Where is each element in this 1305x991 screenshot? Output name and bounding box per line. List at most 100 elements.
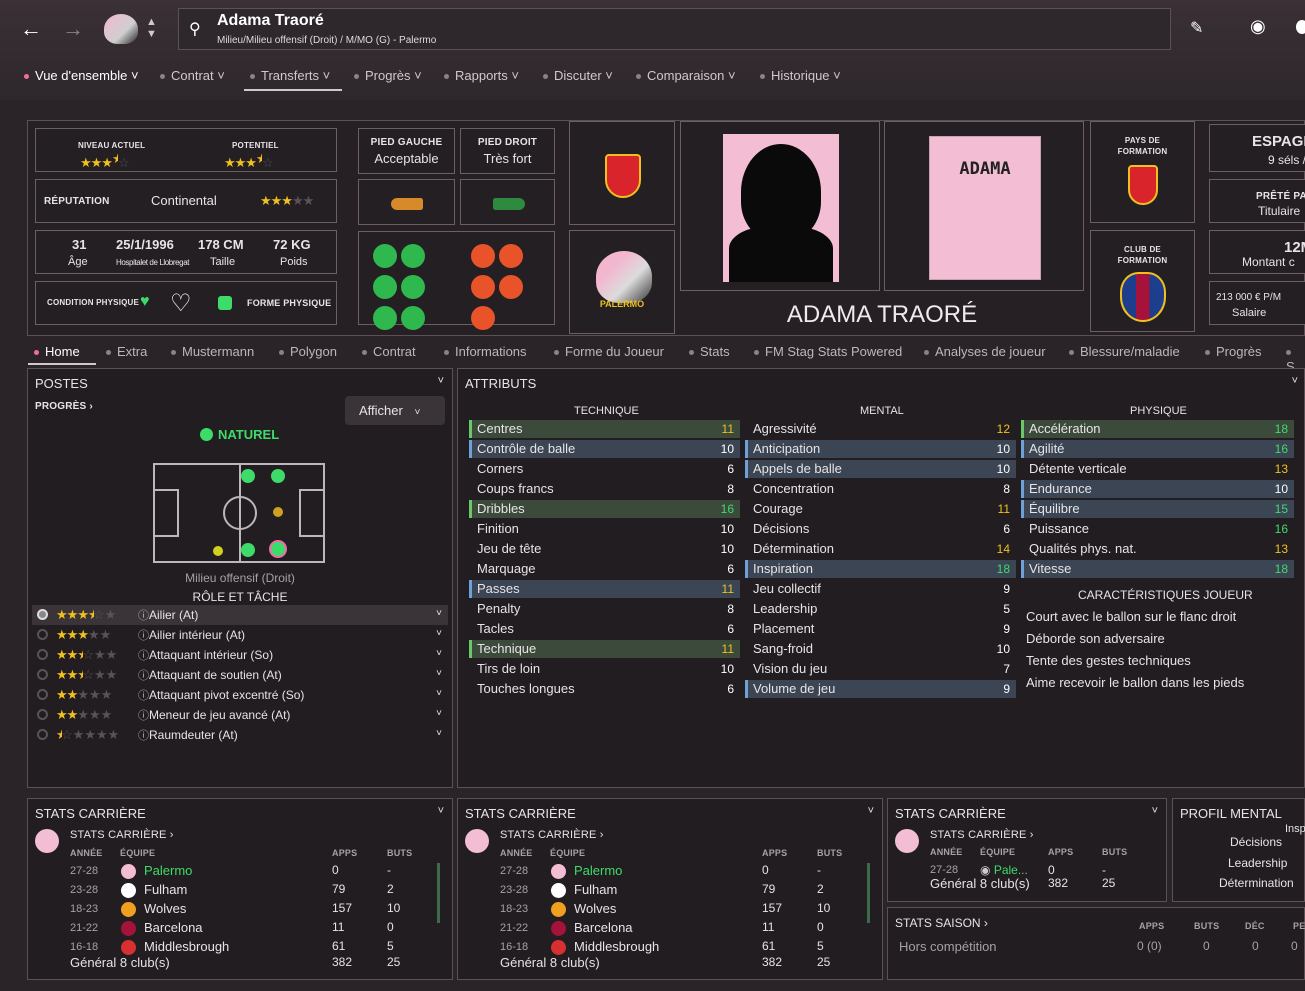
role-radio[interactable] xyxy=(37,669,48,680)
career3-row-team[interactable]: ◉ Pale... xyxy=(980,863,1028,877)
attribute-row[interactable]: Coups francs 8 xyxy=(469,480,740,498)
attribute-row[interactable]: Tacles 6 xyxy=(469,620,740,638)
career-row-team[interactable]: Palermo xyxy=(574,863,622,878)
career1-link[interactable]: STATS CARRIÈRE › xyxy=(70,829,174,841)
attribute-row[interactable]: Tirs de loin 10 xyxy=(469,660,740,678)
role-dropdown-icon[interactable]: ˅ xyxy=(436,708,442,719)
role-dropdown-icon[interactable]: ˅ xyxy=(436,668,442,679)
career-row-team[interactable]: Middlesbrough xyxy=(574,939,659,954)
career2-link[interactable]: STATS CARRIÈRE › xyxy=(500,829,604,841)
attribute-row[interactable]: Jeu de tête 10 xyxy=(469,540,740,558)
career-row-team[interactable]: Fulham xyxy=(574,882,617,897)
subtab-analyses[interactable]: Analyses de joueur xyxy=(924,344,1046,359)
career-row-team[interactable]: Fulham xyxy=(144,882,187,897)
role-dropdown-icon[interactable]: ˅ xyxy=(436,648,442,659)
more-icon[interactable] xyxy=(1296,20,1305,34)
role-row[interactable]: ★★★★☆★ ⓘ Ailier (At) ˅ xyxy=(32,605,448,625)
attribute-row[interactable]: Centres 11 xyxy=(469,420,740,438)
attribute-row[interactable]: Courage 11 xyxy=(745,500,1016,518)
positions-progress-link[interactable]: PROGRÈS › xyxy=(35,401,93,412)
career3-link[interactable]: STATS CARRIÈRE › xyxy=(930,829,1034,841)
globe-icon[interactable]: ◉ xyxy=(1250,16,1266,37)
attribute-row[interactable]: Concentration 8 xyxy=(745,480,1016,498)
subtab-injury[interactable]: Blessure/maladie xyxy=(1069,344,1180,359)
attribute-row[interactable]: Technique 11 xyxy=(469,640,740,658)
role-radio[interactable] xyxy=(37,629,48,640)
career-row-team[interactable]: Middlesbrough xyxy=(144,939,229,954)
subtab-extra[interactable]: Extra xyxy=(106,344,147,359)
attribute-row[interactable]: Penalty 8 xyxy=(469,600,740,618)
info-icon[interactable]: ⓘ xyxy=(138,627,149,643)
attribute-row[interactable]: Marquage 6 xyxy=(469,560,740,578)
attribute-row[interactable]: Agilité 16 xyxy=(1021,440,1294,458)
attribute-row[interactable]: Détente verticale 13 xyxy=(1021,460,1294,478)
positions-collapse-icon[interactable]: ˅ xyxy=(438,375,444,387)
role-dropdown-icon[interactable]: ˅ xyxy=(436,608,442,619)
role-radio[interactable] xyxy=(37,609,48,620)
career-row-team[interactable]: Wolves xyxy=(144,901,186,916)
role-row[interactable]: ★★★★★ ⓘ Ailier intérieur (At) ˅ xyxy=(32,625,448,645)
attribute-row[interactable]: Détermination 14 xyxy=(745,540,1016,558)
attribute-row[interactable]: Dribbles 16 xyxy=(469,500,740,518)
attribute-row[interactable]: Accélération 18 xyxy=(1021,420,1294,438)
nav-discuss[interactable]: Discuter ˅ xyxy=(543,68,613,83)
attribute-row[interactable]: Finition 10 xyxy=(469,520,740,538)
career2-collapse-icon[interactable]: ˅ xyxy=(868,805,874,817)
attribute-row[interactable]: Volume de jeu 9 xyxy=(745,680,1016,698)
nav-transfers[interactable]: Transferts ˅ xyxy=(250,68,330,83)
role-row[interactable]: ★★★★★ ⓘ Attaquant pivot excentré (So) ˅ xyxy=(32,685,448,705)
role-row[interactable]: ★★★★★ ⓘ Meneur de jeu avancé (At) ˅ xyxy=(32,705,448,725)
subtab-info[interactable]: Informations xyxy=(444,344,527,359)
subtab-contract[interactable]: Contrat xyxy=(362,344,416,359)
edit-icon[interactable]: ✎ xyxy=(1190,18,1203,38)
attribute-row[interactable]: Qualités phys. nat. 13 xyxy=(1021,540,1294,558)
role-radio[interactable] xyxy=(37,649,48,660)
role-dropdown-icon[interactable]: ˅ xyxy=(436,688,442,699)
attribute-row[interactable]: Équilibre 15 xyxy=(1021,500,1294,518)
role-radio[interactable] xyxy=(37,709,48,720)
role-row[interactable]: ★☆★★★★ ⓘ Raumdeuter (At) ˅ xyxy=(32,725,448,745)
role-dropdown-icon[interactable]: ˅ xyxy=(436,628,442,639)
career-scrollbar[interactable] xyxy=(437,863,440,923)
nav-contract[interactable]: Contrat ˅ xyxy=(160,68,225,83)
attribute-row[interactable]: Placement 9 xyxy=(745,620,1016,638)
attribute-row[interactable]: Touches longues 6 xyxy=(469,680,740,698)
subtab-mustermann[interactable]: Mustermann xyxy=(171,344,254,359)
attribute-row[interactable]: Inspiration 18 xyxy=(745,560,1016,578)
info-icon[interactable]: ⓘ xyxy=(138,707,149,723)
season-title[interactable]: STATS SAISON › xyxy=(895,916,988,930)
nav-history[interactable]: Historique ˅ xyxy=(760,68,841,83)
search-box[interactable]: ⚲ Adama Traoré Milieu/Milieu offensif (D… xyxy=(178,8,1171,50)
attribute-row[interactable]: Puissance 16 xyxy=(1021,520,1294,538)
role-radio[interactable] xyxy=(37,689,48,700)
subtab-progress[interactable]: Progrès xyxy=(1205,344,1262,359)
forward-arrow-icon[interactable]: → xyxy=(62,16,86,41)
attribute-row[interactable]: Passes 11 xyxy=(469,580,740,598)
career1-collapse-icon[interactable]: ˅ xyxy=(438,805,444,817)
career-scrollbar[interactable] xyxy=(867,863,870,923)
show-button[interactable]: Afficher ˅ xyxy=(345,396,445,425)
attribute-row[interactable]: Endurance 10 xyxy=(1021,480,1294,498)
attribute-row[interactable]: Jeu collectif 9 xyxy=(745,580,1016,598)
subtab-polygon[interactable]: Polygon xyxy=(279,344,337,359)
subtab-stats[interactable]: Stats xyxy=(689,344,730,359)
attribute-row[interactable]: Agressivité 12 xyxy=(745,420,1016,438)
info-icon[interactable]: ⓘ xyxy=(138,727,149,743)
info-icon[interactable]: ⓘ xyxy=(138,607,149,623)
club-switch-icon[interactable]: ▲ ▼ xyxy=(146,16,157,40)
attribute-row[interactable]: Sang-froid 10 xyxy=(745,640,1016,658)
role-row[interactable]: ★★★☆★★ ⓘ Attaquant de soutien (At) ˅ xyxy=(32,665,448,685)
nav-progress[interactable]: Progrès ˅ xyxy=(354,68,422,83)
subtab-form[interactable]: Forme du Joueur xyxy=(554,344,664,359)
attribute-row[interactable]: Décisions 6 xyxy=(745,520,1016,538)
back-arrow-icon[interactable]: ← xyxy=(20,16,44,41)
info-icon[interactable]: ⓘ xyxy=(138,667,149,683)
attribute-row[interactable]: Corners 6 xyxy=(469,460,740,478)
attribute-row[interactable]: Anticipation 10 xyxy=(745,440,1016,458)
career-row-team[interactable]: Palermo xyxy=(144,863,192,878)
attribute-row[interactable]: Vision du jeu 7 xyxy=(745,660,1016,678)
attribute-row[interactable]: Appels de balle 10 xyxy=(745,460,1016,478)
role-dropdown-icon[interactable]: ˅ xyxy=(436,728,442,739)
subtab-home[interactable]: Home xyxy=(34,344,80,359)
role-radio[interactable] xyxy=(37,729,48,740)
